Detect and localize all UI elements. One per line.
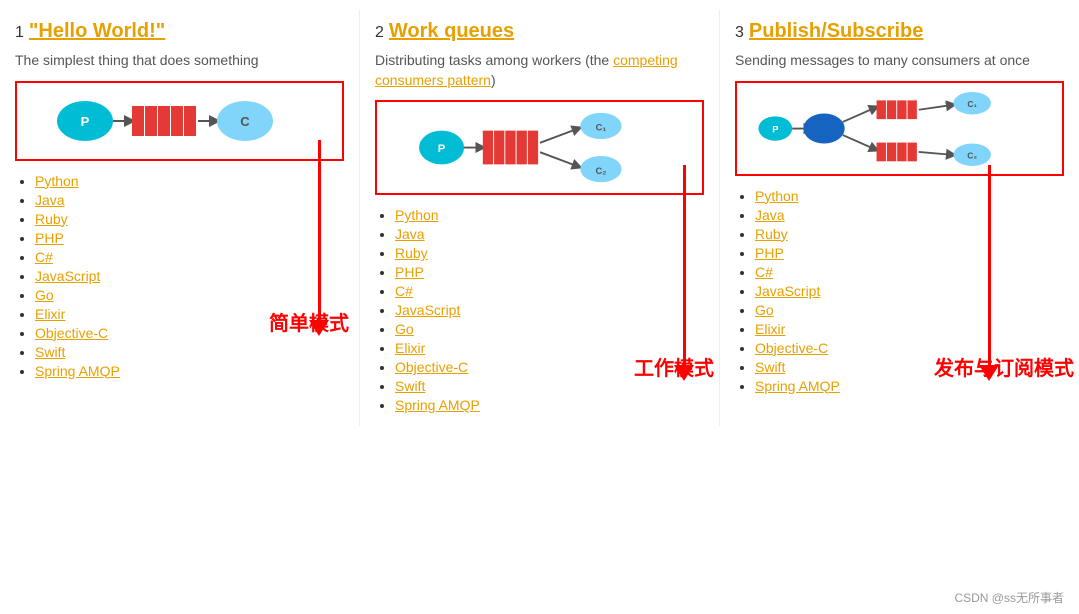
lang-link-swift-1[interactable]: Swift	[35, 344, 65, 360]
lang-link-go-3[interactable]: Go	[755, 302, 774, 318]
competing-consumers-link[interactable]: competing consumers pattern	[375, 52, 678, 88]
lang-link-spring-2[interactable]: Spring AMQP	[395, 397, 480, 413]
list-item: Ruby	[35, 211, 344, 227]
list-item: Python	[395, 207, 704, 223]
lang-list-1: Python Java Ruby PHP C# JavaScript Go El…	[15, 173, 344, 379]
list-item: Python	[35, 173, 344, 189]
arrow-3	[979, 165, 999, 381]
svg-text:C₂: C₂	[595, 166, 606, 176]
lang-link-java-3[interactable]: Java	[755, 207, 785, 223]
diagram-svg-1: P C	[50, 91, 310, 151]
svg-text:C₂: C₂	[967, 150, 977, 160]
section-title-1[interactable]: "Hello World!"	[29, 20, 165, 43]
list-item: Elixir	[755, 321, 1064, 337]
list-item: Ruby	[395, 245, 704, 261]
lang-link-python-3[interactable]: Python	[755, 188, 799, 204]
lang-link-swift-3[interactable]: Swift	[755, 359, 785, 375]
list-item: JavaScript	[755, 283, 1064, 299]
section-header-2: 2 Work queues	[375, 20, 704, 43]
lang-link-objc-1[interactable]: Objective-C	[35, 325, 108, 341]
diagram-svg-2: P C₁ C₂	[410, 110, 670, 185]
section-number-2: 2	[375, 24, 384, 42]
section-number-3: 3	[735, 24, 744, 42]
lang-link-js-1[interactable]: JavaScript	[35, 268, 100, 284]
svg-text:P: P	[772, 124, 778, 134]
lang-link-elixir-2[interactable]: Elixir	[395, 340, 425, 356]
list-item: PHP	[395, 264, 704, 280]
list-item: Swift	[35, 344, 344, 360]
section-desc-2: Distributing tasks among workers (the co…	[375, 51, 704, 90]
lang-link-csharp-2[interactable]: C#	[395, 283, 413, 299]
lang-link-ruby-1[interactable]: Ruby	[35, 211, 68, 227]
list-item: Spring AMQP	[35, 363, 344, 379]
lang-link-swift-2[interactable]: Swift	[395, 378, 425, 394]
lang-link-java-1[interactable]: Java	[35, 192, 65, 208]
page-container: 1 "Hello World!" The simplest thing that…	[0, 0, 1079, 436]
list-item: Spring AMQP	[395, 397, 704, 413]
list-item: PHP	[755, 245, 1064, 261]
list-item: Java	[35, 192, 344, 208]
lang-link-objc-3[interactable]: Objective-C	[755, 340, 828, 356]
lang-link-elixir-3[interactable]: Elixir	[755, 321, 785, 337]
lang-link-ruby-2[interactable]: Ruby	[395, 245, 428, 261]
lang-link-php-1[interactable]: PHP	[35, 230, 64, 246]
diagram-svg-3: P	[750, 91, 1050, 166]
svg-text:C₁: C₁	[967, 99, 977, 109]
list-item: C#	[395, 283, 704, 299]
column-3: 3 Publish/Subscribe Sending messages to …	[720, 10, 1079, 426]
annotation-3: 发布与订阅模式	[934, 352, 1074, 381]
lang-link-python-1[interactable]: Python	[35, 173, 79, 189]
lang-list-2: Python Java Ruby PHP C# JavaScript Go El…	[375, 207, 704, 413]
section-title-3[interactable]: Publish/Subscribe	[749, 20, 923, 43]
diagram-1: P C	[15, 81, 344, 161]
footer: CSDN @ss无所事者	[954, 589, 1064, 606]
list-item: Ruby	[755, 226, 1064, 242]
lang-link-spring-3[interactable]: Spring AMQP	[755, 378, 840, 394]
list-item: Python	[755, 188, 1064, 204]
svg-text:P: P	[437, 143, 445, 155]
arrow-2	[674, 165, 694, 381]
column-1: 1 "Hello World!" The simplest thing that…	[0, 10, 360, 426]
diagram-3: P	[735, 81, 1064, 176]
annotation-2: 工作模式	[634, 352, 714, 381]
lang-link-java-2[interactable]: Java	[395, 226, 425, 242]
section-desc-1: The simplest thing that does something	[15, 51, 344, 71]
diagram-2: P C₁ C₂	[375, 100, 704, 195]
list-item: JavaScript	[395, 302, 704, 318]
lang-link-go-2[interactable]: Go	[395, 321, 414, 337]
section-number-1: 1	[15, 24, 24, 42]
list-item: JavaScript	[35, 268, 344, 284]
list-item: C#	[35, 249, 344, 265]
lang-link-ruby-3[interactable]: Ruby	[755, 226, 788, 242]
column-2: 2 Work queues Distributing tasks among w…	[360, 10, 720, 426]
lang-link-objc-2[interactable]: Objective-C	[395, 359, 468, 375]
lang-link-js-2[interactable]: JavaScript	[395, 302, 460, 318]
lang-link-php-2[interactable]: PHP	[395, 264, 424, 280]
list-item: PHP	[35, 230, 344, 246]
section-title-2[interactable]: Work queues	[389, 20, 514, 43]
list-item: C#	[755, 264, 1064, 280]
svg-text:C: C	[240, 114, 250, 129]
svg-text:C₁: C₁	[595, 123, 606, 133]
section-header-1: 1 "Hello World!"	[15, 20, 344, 43]
list-item: Go	[755, 302, 1064, 318]
lang-link-csharp-1[interactable]: C#	[35, 249, 53, 265]
annotation-1: 简单模式	[269, 307, 349, 336]
lang-link-php-3[interactable]: PHP	[755, 245, 784, 261]
lang-link-js-3[interactable]: JavaScript	[755, 283, 820, 299]
list-item: Go	[395, 321, 704, 337]
list-item: Java	[755, 207, 1064, 223]
lang-link-elixir-1[interactable]: Elixir	[35, 306, 65, 322]
lang-link-spring-1[interactable]: Spring AMQP	[35, 363, 120, 379]
lang-link-csharp-3[interactable]: C#	[755, 264, 773, 280]
lang-link-python-2[interactable]: Python	[395, 207, 439, 223]
lang-link-go-1[interactable]: Go	[35, 287, 54, 303]
svg-text:P: P	[80, 114, 89, 129]
list-item: Go	[35, 287, 344, 303]
list-item: Java	[395, 226, 704, 242]
section-header-3: 3 Publish/Subscribe	[735, 20, 1064, 43]
section-desc-3: Sending messages to many consumers at on…	[735, 51, 1064, 71]
